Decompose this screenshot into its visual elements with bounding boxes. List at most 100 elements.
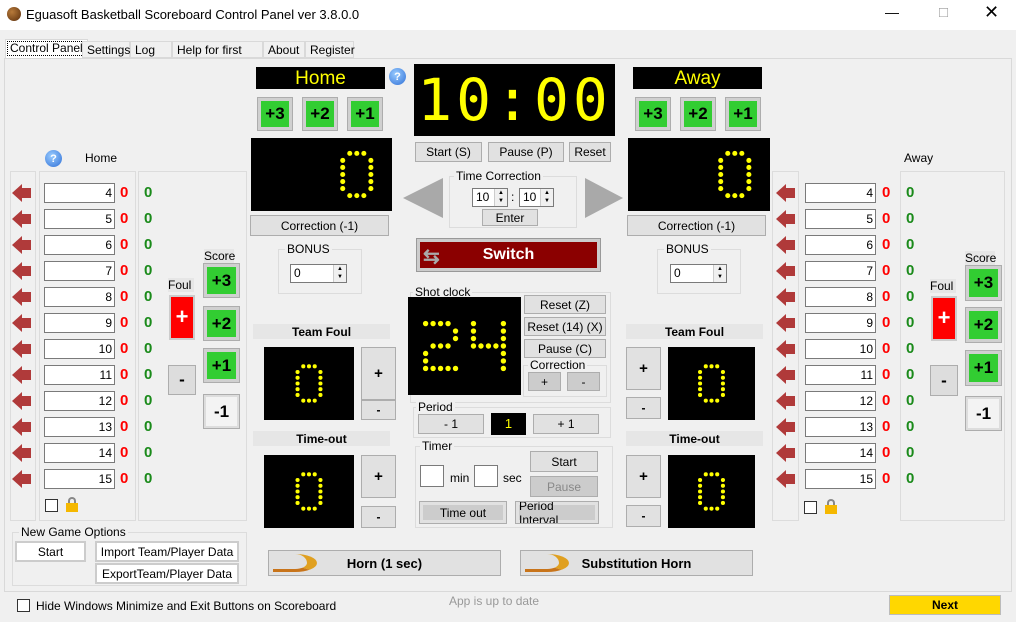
away-foul-minus-button[interactable]: -: [930, 365, 958, 396]
home-timeout-plus-button[interactable]: +: [361, 455, 396, 498]
home-player-arrow-icon[interactable]: [12, 418, 32, 436]
tab-control-panel[interactable]: Control Panel: [5, 39, 88, 58]
home-player-plus2-button[interactable]: +2: [203, 306, 240, 341]
tab-about[interactable]: About: [263, 41, 305, 58]
home-player-arrow-icon[interactable]: [12, 444, 32, 462]
away-timeout-minus-button[interactable]: -: [626, 505, 661, 527]
home-player-number-input[interactable]: 4: [44, 183, 115, 203]
home-lock-checkbox[interactable]: [45, 499, 58, 512]
home-player-number-input[interactable]: 15: [44, 469, 115, 489]
home-bonus-spinner[interactable]: 0 ▲ ▼: [290, 264, 347, 283]
next-button[interactable]: Next: [889, 595, 1001, 615]
away-correction-button[interactable]: Correction (-1): [627, 215, 766, 236]
home-foul-minus-button[interactable]: -: [168, 365, 196, 395]
close-button[interactable]: ✕: [984, 2, 999, 23]
arrow-right-icon[interactable]: [585, 178, 623, 218]
tab-log[interactable]: Log: [130, 41, 172, 58]
away-foul-plus-button[interactable]: +: [931, 296, 957, 341]
away-bonus-spinner[interactable]: 0 ▲ ▼: [670, 264, 727, 283]
period-interval-button[interactable]: Period Interval: [515, 499, 599, 527]
minimize-button[interactable]: —: [885, 4, 899, 20]
away-player-minus1-button[interactable]: -1: [965, 396, 1002, 431]
home-player-plus1-button[interactable]: +1: [203, 348, 240, 383]
away-player-number-input[interactable]: 8: [805, 287, 876, 307]
home-foul-plus-button[interactable]: +: [169, 295, 195, 340]
horn-button[interactable]: Horn (1 sec): [268, 550, 501, 576]
period-plus-button[interactable]: + 1: [533, 414, 599, 434]
time-correction-min[interactable]: 10 ▲ ▼: [472, 188, 508, 207]
clock-pause-button[interactable]: Pause (P): [488, 142, 564, 162]
timer-sec-input[interactable]: [474, 465, 498, 487]
away-team-foul-plus-button[interactable]: +: [626, 347, 661, 390]
home-player-minus1-button[interactable]: -1: [203, 394, 240, 429]
home-player-arrow-icon[interactable]: [12, 366, 32, 384]
away-player-arrow-icon[interactable]: [776, 210, 796, 228]
shot-clock-reset14-button[interactable]: Reset (14) (X): [524, 317, 606, 336]
shot-clock-pause-button[interactable]: Pause (C): [524, 339, 606, 358]
home-player-number-input[interactable]: 13: [44, 417, 115, 437]
home-player-number-input[interactable]: 6: [44, 235, 115, 255]
home-timeout-minus-button[interactable]: -: [361, 506, 396, 528]
home-player-number-input[interactable]: 9: [44, 313, 115, 333]
home-help-icon[interactable]: ?: [45, 150, 62, 167]
maximize-button[interactable]: □: [939, 4, 948, 21]
shot-clock-reset-button[interactable]: Reset (Z): [524, 295, 606, 314]
time-correction-sec[interactable]: 10 ▲ ▼: [519, 188, 554, 207]
timer-min-input[interactable]: [420, 465, 444, 487]
timer-start-button[interactable]: Start: [530, 451, 598, 472]
home-player-number-input[interactable]: 10: [44, 339, 115, 359]
home-correction-button[interactable]: Correction (-1): [250, 215, 389, 236]
arrow-left-icon[interactable]: [403, 178, 443, 218]
shot-clock-plus-button[interactable]: +: [528, 372, 561, 391]
export-team-button[interactable]: ExportTeam/Player Data: [95, 563, 239, 584]
away-player-arrow-icon[interactable]: [776, 392, 796, 410]
away-player-number-input[interactable]: 7: [805, 261, 876, 281]
tab-register[interactable]: Register: [305, 41, 355, 58]
away-player-arrow-icon[interactable]: [776, 366, 796, 384]
away-team-foul-minus-button[interactable]: -: [626, 397, 661, 419]
away-player-number-input[interactable]: 14: [805, 443, 876, 463]
home-player-number-input[interactable]: 7: [44, 261, 115, 281]
home-player-number-input[interactable]: 5: [44, 209, 115, 229]
clock-start-button[interactable]: Start (S): [415, 142, 482, 162]
timeout-timer-button[interactable]: Time out: [419, 501, 507, 524]
tab-help[interactable]: Help for first step: [172, 41, 263, 71]
home-plus3-button[interactable]: +3: [257, 97, 293, 131]
away-player-arrow-icon[interactable]: [776, 236, 796, 254]
away-plus3-button[interactable]: +3: [635, 97, 671, 131]
away-player-arrow-icon[interactable]: [776, 288, 796, 306]
away-player-number-input[interactable]: 4: [805, 183, 876, 203]
home-team-foul-minus-button[interactable]: -: [361, 400, 396, 420]
away-player-plus2-button[interactable]: +2: [965, 307, 1002, 343]
period-minus-button[interactable]: - 1: [418, 414, 484, 434]
switch-button[interactable]: ⇆ Switch: [416, 238, 601, 272]
away-lock-checkbox[interactable]: [804, 501, 817, 514]
home-player-arrow-icon[interactable]: [12, 184, 32, 202]
away-player-number-input[interactable]: 15: [805, 469, 876, 489]
home-player-number-input[interactable]: 14: [44, 443, 115, 463]
away-player-number-input[interactable]: 10: [805, 339, 876, 359]
home-player-number-input[interactable]: 11: [44, 365, 115, 385]
home-player-arrow-icon[interactable]: [12, 340, 32, 358]
away-player-number-input[interactable]: 5: [805, 209, 876, 229]
home-player-arrow-icon[interactable]: [12, 392, 32, 410]
away-player-arrow-icon[interactable]: [776, 262, 796, 280]
away-player-arrow-icon[interactable]: [776, 470, 796, 488]
clock-reset-button[interactable]: Reset: [569, 142, 611, 162]
away-player-arrow-icon[interactable]: [776, 314, 796, 332]
substitution-horn-button[interactable]: Substitution Horn: [520, 550, 753, 576]
away-player-arrow-icon[interactable]: [776, 340, 796, 358]
home-plus2-button[interactable]: +2: [302, 97, 338, 131]
away-timeout-plus-button[interactable]: +: [626, 455, 661, 498]
home-player-plus3-button[interactable]: +3: [203, 263, 240, 298]
away-plus1-button[interactable]: +1: [725, 97, 761, 131]
home-player-arrow-icon[interactable]: [12, 210, 32, 228]
away-player-arrow-icon[interactable]: [776, 444, 796, 462]
away-player-number-input[interactable]: 6: [805, 235, 876, 255]
away-player-number-input[interactable]: 13: [805, 417, 876, 437]
new-game-start-button[interactable]: Start: [15, 541, 86, 562]
tab-settings[interactable]: Settings: [82, 41, 130, 58]
away-player-plus3-button[interactable]: +3: [965, 265, 1002, 301]
away-player-plus1-button[interactable]: +1: [965, 350, 1002, 386]
away-plus2-button[interactable]: +2: [680, 97, 716, 131]
